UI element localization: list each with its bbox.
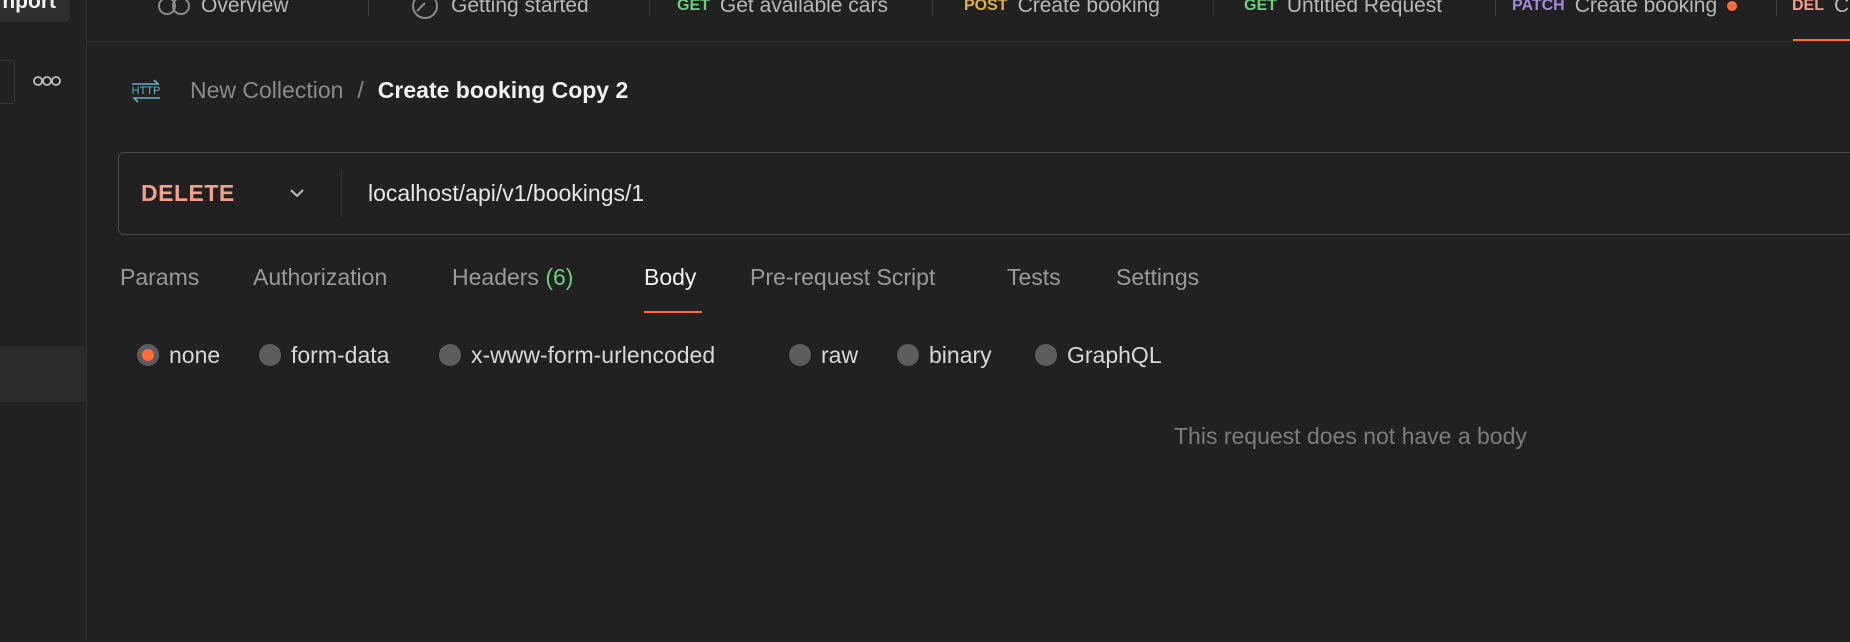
tab-title: Overview [201, 0, 289, 17]
tab-headers-label: Headers [452, 264, 539, 290]
tab-method: POST [964, 0, 1008, 14]
breadcrumb: HTTP New Collection / Create booking Cop… [128, 70, 628, 110]
tab-method: GET [1244, 0, 1277, 14]
radio-icon [1035, 344, 1057, 366]
tab-params-label: Params [120, 264, 200, 290]
empty-body-message: This request does not have a body [1174, 423, 1527, 449]
headers-count: (6) [545, 264, 574, 290]
tab-patch-create-booking[interactable]: PATCH Create booking [1512, 0, 1738, 22]
radio-x-www-form-urlencoded[interactable]: x-www-form-urlencoded [439, 340, 715, 370]
radio-binary-label: binary [929, 341, 992, 368]
unsaved-changes-dot [1727, 1, 1738, 11]
tab-post-create-booking[interactable]: POST Create booking [964, 0, 1160, 22]
tab-headers[interactable]: Headers (6) [452, 264, 573, 291]
radio-selected-icon [137, 344, 159, 366]
tab-pre-request-script[interactable]: Pre-request Script [750, 264, 935, 291]
radio-binary[interactable]: binary [897, 340, 992, 370]
tab-body[interactable]: Body [644, 264, 696, 291]
tab-title: Create booking [1574, 0, 1718, 17]
tab-settings[interactable]: Settings [1116, 264, 1199, 291]
tab-body-label: Body [644, 264, 697, 290]
breadcrumb-separator: / [357, 76, 364, 103]
sidebar-item-selected[interactable] [0, 346, 86, 402]
tab-divider [368, 0, 369, 16]
svg-text:HTTP: HTTP [132, 85, 161, 97]
tab-tests-label: Tests [1007, 264, 1061, 290]
url-value: localhost/api/v1/bookings/1 [368, 180, 645, 206]
tab-tests[interactable]: Tests [1007, 264, 1061, 291]
tab-title: Getting started [451, 0, 589, 17]
tab-untitled-request[interactable]: GET Untitled Request [1244, 0, 1442, 22]
url-divider [341, 171, 342, 217]
tab-title: Get available cars [719, 0, 888, 17]
request-title[interactable]: Create booking Copy 2 [378, 77, 628, 104]
more-options-icon[interactable] [32, 72, 62, 90]
import-button[interactable]: nport [0, 0, 70, 22]
url-input[interactable]: localhost/api/v1/bookings/1 [368, 153, 644, 234]
tab-delete-active[interactable]: DEL C [1792, 0, 1849, 22]
tab-method: DEL [1792, 0, 1824, 14]
radio-icon [259, 344, 281, 366]
tab-divider [1213, 0, 1214, 16]
tab-method: GET [677, 0, 710, 14]
radio-icon [897, 344, 919, 366]
radio-form-data[interactable]: form-data [259, 340, 389, 370]
request-url-bar: DELETE localhost/api/v1/bookings/1 [118, 152, 1850, 235]
tab-divider [932, 0, 933, 16]
tab-divider [1495, 0, 1496, 16]
tab-authorization[interactable]: Authorization [253, 264, 387, 291]
sidebar-filter-input[interactable] [0, 60, 15, 104]
tab-get-available-cars[interactable]: GET Get available cars [677, 0, 888, 22]
tab-divider [1776, 0, 1777, 16]
radio-raw-label: raw [821, 341, 859, 368]
tab-title: Create booking [1017, 0, 1160, 17]
tab-divider [649, 0, 650, 16]
active-tab-indicator [1793, 39, 1850, 41]
chevron-down-icon[interactable] [285, 181, 309, 205]
radio-icon [789, 344, 811, 366]
radio-none[interactable]: none [137, 340, 220, 370]
app-window: nport Overview Getting started GET Get a… [0, 0, 1850, 642]
tab-method: PATCH [1512, 0, 1565, 14]
getting-started-icon [412, 0, 438, 19]
radio-icon [439, 344, 461, 366]
radio-graphql-label: GraphQL [1067, 341, 1162, 368]
tab-overview[interactable]: Overview [157, 0, 289, 22]
overview-icon [158, 0, 190, 15]
breadcrumb-collection[interactable]: New Collection [190, 77, 343, 104]
import-button-label: nport [2, 0, 56, 13]
tab-pre-request-label: Pre-request Script [750, 264, 936, 290]
tab-authorization-label: Authorization [253, 264, 388, 290]
tab-title: C [1834, 0, 1850, 17]
method-label: DELETE [141, 180, 235, 206]
sidebar: nport [0, 0, 87, 642]
tab-params[interactable]: Params [120, 264, 199, 291]
http-icon: HTTP [132, 79, 161, 103]
tab-title: Untitled Request [1286, 0, 1443, 17]
radio-form-data-label: form-data [291, 341, 390, 368]
radio-urlencoded-label: x-www-form-urlencoded [471, 341, 716, 368]
tab-getting-started[interactable]: Getting started [409, 0, 589, 22]
request-tabs-bar: Overview Getting started GET Get availab… [87, 0, 1850, 42]
radio-graphql[interactable]: GraphQL [1035, 340, 1162, 370]
active-request-tab-indicator [644, 311, 702, 313]
radio-raw[interactable]: raw [789, 340, 858, 370]
tab-settings-label: Settings [1116, 264, 1200, 290]
radio-none-label: none [169, 341, 221, 368]
method-select[interactable]: DELETE [141, 153, 235, 234]
